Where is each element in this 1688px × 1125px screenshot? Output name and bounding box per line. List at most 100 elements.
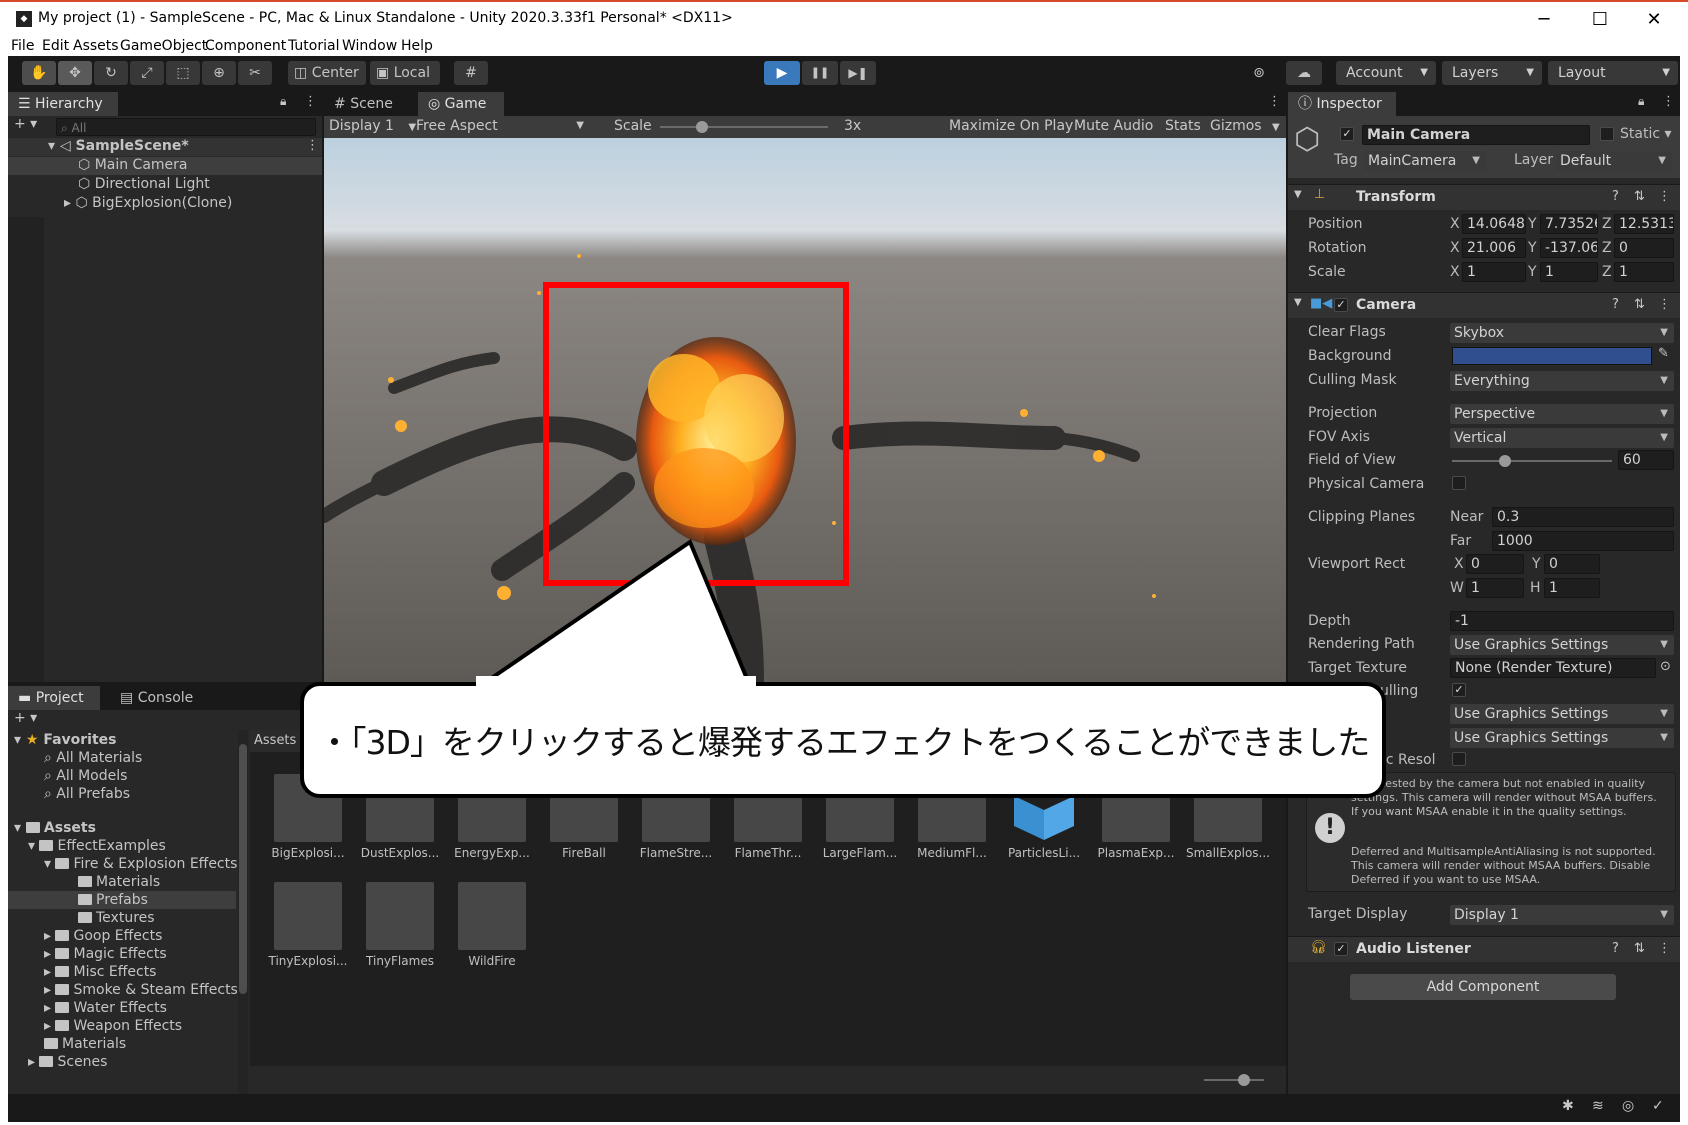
tree-item[interactable]: ▾ Fire & Explosion Effects xyxy=(44,856,237,872)
more-options-icon[interactable]: ⋮ xyxy=(1662,94,1675,109)
slider-handle[interactable] xyxy=(1238,1074,1250,1086)
menu-file[interactable]: File xyxy=(11,38,34,54)
thumbnail-size-slider[interactable] xyxy=(1204,1074,1264,1086)
hierarchy-item-bigexplosion[interactable]: ▸ ⬡ BigExplosion(Clone) xyxy=(64,195,232,211)
step-button[interactable]: ▶❚ xyxy=(840,61,876,85)
object-name-field[interactable]: Main Camera xyxy=(1362,125,1590,145)
culling-mask-dropdown[interactable]: Everything ▼ xyxy=(1450,371,1674,391)
more-options-icon[interactable]: ⋮ xyxy=(304,94,317,109)
collab-icon[interactable]: ⊚ xyxy=(1244,61,1274,85)
minimize-button[interactable]: ─ xyxy=(1516,6,1572,34)
layout-dropdown[interactable]: Layout ▼ xyxy=(1548,61,1678,85)
fov-field[interactable]: 60 xyxy=(1618,450,1674,470)
viewport-w-field[interactable]: 1 xyxy=(1466,578,1524,598)
tree-item[interactable]: ▸ Misc Effects xyxy=(44,964,156,980)
pivot-center-toggle[interactable]: ◫ Center xyxy=(288,61,366,85)
layers-dropdown[interactable]: Layers ▼ xyxy=(1442,61,1542,85)
scale-y-field[interactable]: 1 xyxy=(1540,262,1598,282)
tab-console[interactable]: ▤ Console xyxy=(110,686,210,710)
gizmos-dropdown[interactable]: Gizmos ▼ xyxy=(1210,118,1280,134)
preset-icon[interactable]: ⇅ xyxy=(1634,189,1645,204)
menu-tutorial[interactable]: Tutorial xyxy=(288,38,339,54)
hierarchy-item-main-camera[interactable]: ⬡ Main Camera xyxy=(78,157,188,173)
account-dropdown[interactable]: Account ▼ xyxy=(1336,61,1436,85)
asset-thumbnail[interactable] xyxy=(274,882,342,950)
static-checkbox[interactable] xyxy=(1600,127,1614,141)
rotation-z-field[interactable]: 0 xyxy=(1614,238,1674,258)
far-field[interactable]: 1000 xyxy=(1492,531,1674,551)
tree-scrollbar[interactable] xyxy=(238,730,248,1094)
active-checkbox[interactable]: ✓ xyxy=(1340,127,1354,141)
project-create-button[interactable]: + ▾ xyxy=(14,710,37,726)
position-z-field[interactable]: 12.5313 xyxy=(1614,214,1674,234)
lock-icon[interactable]: 🔒︎ xyxy=(280,94,286,109)
depth-field[interactable]: -1 xyxy=(1450,611,1674,631)
hand-tool-icon[interactable]: ✋ xyxy=(22,61,56,85)
tree-item[interactable]: ▸ Water Effects xyxy=(44,1000,167,1016)
auto-generate-lighting-icon[interactable]: ◎ xyxy=(1622,1098,1634,1114)
play-button[interactable]: ▶ xyxy=(764,61,800,85)
viewport-h-field[interactable]: 1 xyxy=(1544,578,1600,598)
rotation-y-field[interactable]: -137.06 xyxy=(1540,238,1598,258)
viewport-x-field[interactable]: 0 xyxy=(1466,554,1524,574)
add-component-button[interactable]: Add Component xyxy=(1350,974,1616,1000)
menu-assets[interactable]: Assets xyxy=(73,38,119,54)
tree-item[interactable]: ▾ EffectExamples xyxy=(28,838,166,854)
create-button[interactable]: + ▾ xyxy=(14,116,37,132)
custom-tool-icon[interactable]: ✂ xyxy=(238,61,272,85)
tree-item[interactable]: ▸ Weapon Effects xyxy=(44,1018,182,1034)
mute-audio-toggle[interactable]: Mute Audio xyxy=(1074,118,1153,134)
clear-flags-dropdown[interactable]: Skybox ▼ xyxy=(1450,323,1674,343)
hierarchy-item-directional-light[interactable]: ⬡ Directional Light xyxy=(78,176,210,192)
favorites-header[interactable]: ▾ ★ Favorites xyxy=(14,732,117,748)
target-display-dropdown[interactable]: Display 1 ▼ xyxy=(1450,905,1674,925)
rotate-tool-icon[interactable]: ↻ xyxy=(94,61,128,85)
object-picker-icon[interactable]: ⊙ xyxy=(1660,659,1671,674)
position-y-field[interactable]: 7.73526 xyxy=(1540,214,1598,234)
physical-camera-checkbox[interactable] xyxy=(1452,476,1466,490)
cache-icon[interactable]: ≋ xyxy=(1592,1098,1604,1114)
more-options-icon[interactable]: ⋮ xyxy=(1658,297,1671,312)
scale-slider[interactable] xyxy=(660,121,828,133)
favorite-all-prefabs[interactable]: ⌕ All Prefabs xyxy=(44,786,130,802)
breadcrumb-assets[interactable]: Assets xyxy=(254,733,296,748)
static-dropdown[interactable]: Static ▾ xyxy=(1620,126,1672,142)
background-color-swatch[interactable] xyxy=(1452,347,1652,365)
tab-project[interactable]: ▬ Project xyxy=(8,686,100,710)
tab-inspector[interactable]: ⓘ Inspector xyxy=(1288,92,1396,116)
eyedropper-icon[interactable]: ✎ xyxy=(1658,346,1669,361)
projection-dropdown[interactable]: Perspective ▼ xyxy=(1450,404,1674,424)
tree-item[interactable]: ▸ Smoke & Steam Effects xyxy=(44,982,238,998)
tree-item[interactable]: Prefabs xyxy=(78,892,148,908)
help-icon[interactable]: ? xyxy=(1612,297,1619,312)
preset-icon[interactable]: ⇅ xyxy=(1634,941,1645,956)
menu-edit[interactable]: Edit xyxy=(42,38,69,54)
transform-header[interactable]: ▼ ⊥ Transform ? ⇅ ⋮ xyxy=(1288,184,1680,210)
lock-icon[interactable]: 🔒︎ xyxy=(1638,94,1644,109)
audio-listener-header[interactable]: 🎧︎ ✓ Audio Listener ? ⇅ ⋮ xyxy=(1288,936,1680,962)
aspect-dropdown[interactable]: Free Aspect ▼ xyxy=(416,118,588,134)
scale-z-field[interactable]: 1 xyxy=(1614,262,1674,282)
help-icon[interactable]: ? xyxy=(1612,941,1619,956)
maximize-on-play-toggle[interactable]: Maximize On Play xyxy=(949,118,1073,134)
position-x-field[interactable]: 14.0648 xyxy=(1462,214,1526,234)
viewport-y-field[interactable]: 0 xyxy=(1544,554,1600,574)
bug-icon[interactable]: ✱ xyxy=(1562,1098,1574,1114)
dynamic-resolution-checkbox[interactable] xyxy=(1452,752,1466,766)
fov-slider-handle[interactable] xyxy=(1498,455,1511,467)
tree-item[interactable]: Materials xyxy=(78,874,160,890)
tree-item[interactable]: ▸ Magic Effects xyxy=(44,946,167,962)
scene-item[interactable]: ▾ ◁ SampleScene* xyxy=(48,138,189,154)
scale-tool-icon[interactable]: ⤢ xyxy=(130,61,164,85)
favorite-all-models[interactable]: ⌕ All Models xyxy=(44,768,127,784)
pause-button[interactable]: ❚❚ xyxy=(802,61,838,85)
tree-item[interactable]: Textures xyxy=(78,910,155,926)
fov-slider[interactable] xyxy=(1452,455,1612,467)
game-render-view[interactable] xyxy=(324,138,1286,682)
target-texture-field[interactable]: None (Render Texture) xyxy=(1450,658,1656,678)
assets-header[interactable]: ▾ Assets xyxy=(14,820,96,836)
tree-item[interactable]: ▸ Goop Effects xyxy=(44,928,162,944)
transform-tool-icon[interactable]: ⊕ xyxy=(202,61,236,85)
asset-thumbnail[interactable] xyxy=(458,882,526,950)
tab-scene[interactable]: # Scene xyxy=(324,92,416,116)
